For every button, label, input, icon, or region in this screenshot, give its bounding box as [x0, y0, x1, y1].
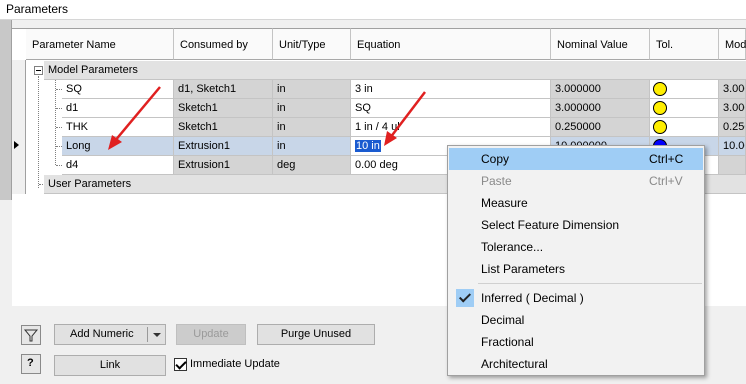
menu-item-architectural[interactable]: Architectural — [449, 353, 703, 375]
column-header-name[interactable]: Parameter Name — [26, 28, 174, 60]
checkmark-icon — [456, 289, 474, 307]
cell-nominal: 0.250000 — [551, 118, 650, 137]
title-bar: Parameters — [0, 0, 746, 20]
menu-item-measure[interactable]: Measure — [449, 192, 703, 214]
dropdown-divider — [147, 327, 148, 342]
column-header-model[interactable]: Mode — [719, 28, 746, 60]
cell-unit[interactable]: deg — [273, 156, 351, 175]
menu-item-select-feature-dimension[interactable]: Select Feature Dimension — [449, 214, 703, 236]
update-button[interactable]: Update — [176, 324, 246, 345]
menu-item-list-parameters[interactable]: List Parameters — [449, 258, 703, 280]
menu-item-fractional[interactable]: Fractional — [449, 331, 703, 353]
tolerance-indicator-icon[interactable] — [653, 120, 667, 134]
left-edge — [0, 20, 12, 200]
cell-consumed: Sketch1 — [174, 99, 273, 118]
menu-item-inferred-decimal[interactable]: Inferred ( Decimal ) — [449, 287, 703, 309]
current-row-indicator-icon — [14, 141, 19, 149]
annotation-arrow-icon — [384, 91, 426, 146]
annotation-arrow-icon — [108, 86, 161, 150]
column-header-tolerance[interactable]: Tol. — [650, 28, 719, 60]
tolerance-indicator-icon[interactable] — [653, 101, 667, 115]
cell-model: 3.000 — [719, 80, 746, 99]
window-title: Parameters — [6, 2, 69, 16]
cell-consumed: d1, Sketch1 — [174, 80, 273, 99]
column-header-unit[interactable]: Unit/Type — [273, 28, 351, 60]
menu-item-paste[interactable]: Paste Ctrl+V — [449, 170, 703, 192]
link-button[interactable]: Link — [54, 355, 166, 376]
cell-consumed: Extrusion1 — [174, 137, 273, 156]
context-menu: Copy Ctrl+C Paste Ctrl+V Measure Select Fe… — [447, 145, 705, 376]
immediate-update-label: Immediate Update — [190, 358, 280, 370]
cell-model: 3.000 — [719, 99, 746, 118]
cell-model — [719, 156, 746, 175]
cell-nominal: 3.000000 — [551, 99, 650, 118]
menu-separator — [478, 283, 702, 284]
immediate-update-checkbox[interactable] — [174, 358, 187, 371]
column-header-nominal[interactable]: Nominal Value — [551, 28, 650, 60]
menu-item-tolerance[interactable]: Tolerance... — [449, 236, 703, 258]
help-icon[interactable]: ? — [21, 354, 41, 374]
cell-unit[interactable]: in — [273, 118, 351, 137]
tree-line — [38, 76, 39, 188]
cell-model: 10.00 — [719, 137, 746, 156]
cell-unit[interactable]: in — [273, 80, 351, 99]
column-header-equation[interactable]: Equation — [351, 28, 551, 60]
chevron-down-icon[interactable] — [153, 333, 161, 337]
tree-line — [55, 80, 56, 165]
cell-name[interactable]: d4 — [62, 156, 174, 175]
cell-nominal: 3.000000 — [551, 80, 650, 99]
tolerance-indicator-icon[interactable] — [653, 82, 667, 96]
column-header-consumed[interactable]: Consumed by — [174, 28, 273, 60]
filter-icon[interactable] — [21, 325, 41, 345]
cell-model: 0.250 — [719, 118, 746, 137]
cell-unit[interactable]: in — [273, 99, 351, 118]
cell-unit[interactable]: in — [273, 137, 351, 156]
add-numeric-button[interactable]: Add Numeric — [54, 324, 166, 345]
cell-consumed: Sketch1 — [174, 118, 273, 137]
purge-unused-button[interactable]: Purge Unused — [257, 324, 375, 345]
menu-item-copy[interactable]: Copy Ctrl+C — [449, 148, 703, 170]
group-model-parameters[interactable]: Model Parameters — [44, 61, 746, 80]
menu-item-decimal[interactable]: Decimal — [449, 309, 703, 331]
collapse-icon[interactable] — [34, 66, 43, 75]
row-selector-column — [12, 60, 26, 194]
cell-consumed: Extrusion1 — [174, 156, 273, 175]
